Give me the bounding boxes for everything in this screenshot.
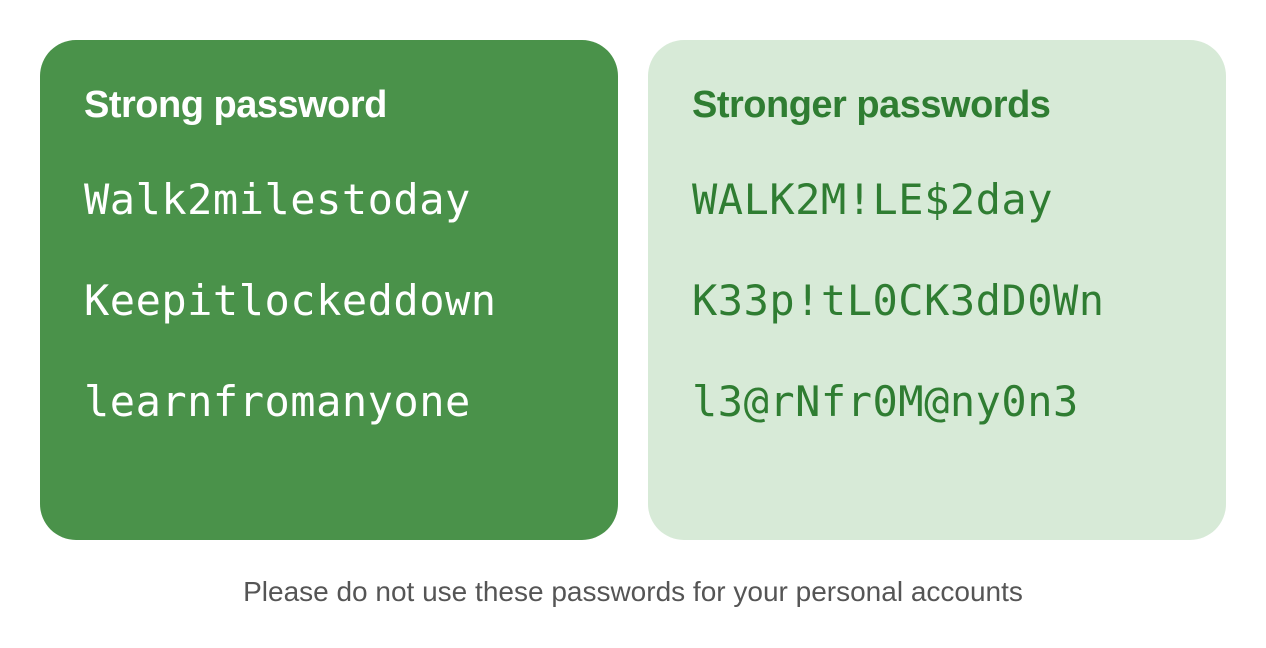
stronger-password-example: WALK2M!LE$2day <box>692 175 1182 224</box>
stronger-passwords-card: Stronger passwords WALK2M!LE$2day K33p!t… <box>648 40 1226 540</box>
strong-password-list: Walk2milestoday Keepitlockeddown learnfr… <box>84 175 574 426</box>
disclaimer-footnote: Please do not use these passwords for yo… <box>40 576 1226 608</box>
strong-password-example: Keepitlockeddown <box>84 276 574 325</box>
strong-password-example: Walk2milestoday <box>84 175 574 224</box>
cards-row: Strong password Walk2milestoday Keepitlo… <box>40 40 1226 540</box>
stronger-passwords-list: WALK2M!LE$2day K33p!tL0CK3dD0Wn l3@rNfr0… <box>692 175 1182 426</box>
strong-password-card: Strong password Walk2milestoday Keepitlo… <box>40 40 618 540</box>
strong-password-heading: Strong password <box>84 84 574 127</box>
password-comparison-graphic: Strong password Walk2milestoday Keepitlo… <box>0 0 1266 648</box>
stronger-passwords-heading: Stronger passwords <box>692 84 1182 127</box>
stronger-password-example: K33p!tL0CK3dD0Wn <box>692 276 1182 325</box>
stronger-password-example: l3@rNfr0M@ny0n3 <box>692 377 1182 426</box>
strong-password-example: learnfromanyone <box>84 377 574 426</box>
